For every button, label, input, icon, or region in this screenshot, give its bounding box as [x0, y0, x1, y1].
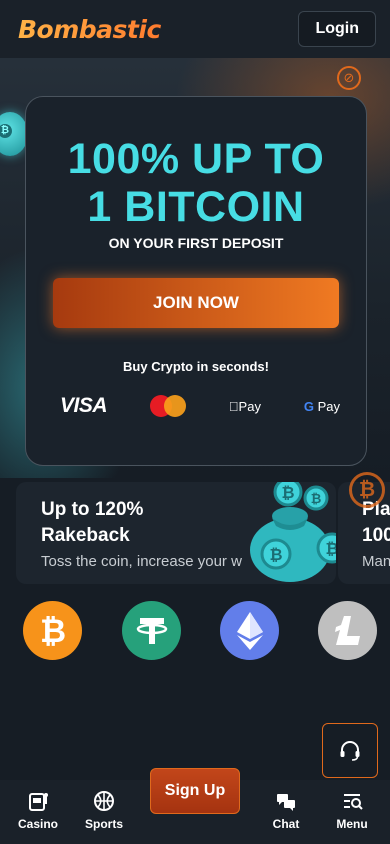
- login-button[interactable]: Login: [298, 11, 376, 47]
- buy-crypto-text: Buy Crypto in seconds!: [123, 359, 269, 374]
- promo-card: 100% UP TO 1 BITCOIN ON YOUR FIRST DEPOS…: [25, 96, 367, 466]
- promo-card-2-description: Man: [362, 553, 390, 570]
- nav-menu[interactable]: Menu: [322, 790, 382, 831]
- google-pay-label: Pay: [317, 398, 340, 414]
- compass-icon: ⊘: [337, 66, 361, 90]
- nav-sports[interactable]: Sports: [74, 790, 134, 831]
- visa-logo: VISA: [60, 394, 108, 417]
- promo-title: 100% UP TO 1 BITCOIN: [26, 135, 366, 231]
- tether-icon[interactable]: [122, 601, 181, 660]
- nav-menu-label: Menu: [336, 817, 368, 831]
- payment-methods: VISA Pay G Pay: [60, 394, 340, 417]
- promo-subtitle: ON YOUR FIRST DEPOSIT: [108, 235, 284, 251]
- rakeback-card[interactable]: Up to 120% Rakeback Toss the coin, incre…: [16, 482, 336, 584]
- google-pay-logo: G Pay: [304, 399, 340, 414]
- svg-text:₿: ₿: [325, 539, 336, 558]
- slot-machine-icon: [29, 793, 48, 811]
- svg-text:₿: ₿: [39, 613, 65, 649]
- basketball-icon: [94, 791, 114, 811]
- apple-icon: : [229, 399, 239, 414]
- bitcoin-icon[interactable]: ₿: [23, 601, 82, 660]
- promo-title-line1: 100% UP TO: [67, 135, 325, 183]
- top-header: Bombastic Login: [0, 0, 390, 58]
- nav-casino-label: Casino: [17, 817, 58, 831]
- litecoin-icon[interactable]: [318, 601, 377, 660]
- headset-icon: [340, 740, 360, 761]
- rakeback-title: Up to 120% Rakeback: [41, 499, 144, 546]
- promo-title-line2: 1 BITCOIN: [87, 183, 305, 231]
- apple-pay-logo: Pay: [229, 399, 261, 414]
- chat-icon: [277, 794, 295, 811]
- brand-logo[interactable]: Bombastic: [18, 15, 161, 44]
- nav-chat-label: Chat: [272, 817, 300, 831]
- menu-search-icon: [344, 794, 363, 810]
- svg-text:₿: ₿: [281, 483, 294, 502]
- nav-sports-label: Sports: [84, 817, 123, 831]
- nav-casino[interactable]: Casino: [8, 790, 68, 831]
- join-now-button[interactable]: JOIN NOW: [53, 278, 339, 328]
- svg-text:₿: ₿: [269, 545, 282, 564]
- coin-bag-icon: ₿ ₿ ₿ ₿: [250, 482, 336, 582]
- mastercard-icon: [149, 395, 186, 417]
- sign-up-button[interactable]: Sign Up: [150, 768, 240, 814]
- support-button[interactable]: [322, 723, 378, 778]
- google-g-icon: G: [303, 398, 314, 414]
- rakeback-description: Toss the coin, increase your w: [41, 553, 242, 570]
- nav-chat[interactable]: Chat: [256, 790, 316, 831]
- apple-pay-label: Pay: [235, 398, 261, 414]
- bitcoin-outline-icon: ₿: [349, 472, 385, 508]
- svg-text:₿: ₿: [311, 492, 322, 507]
- ethereum-icon[interactable]: [220, 601, 279, 660]
